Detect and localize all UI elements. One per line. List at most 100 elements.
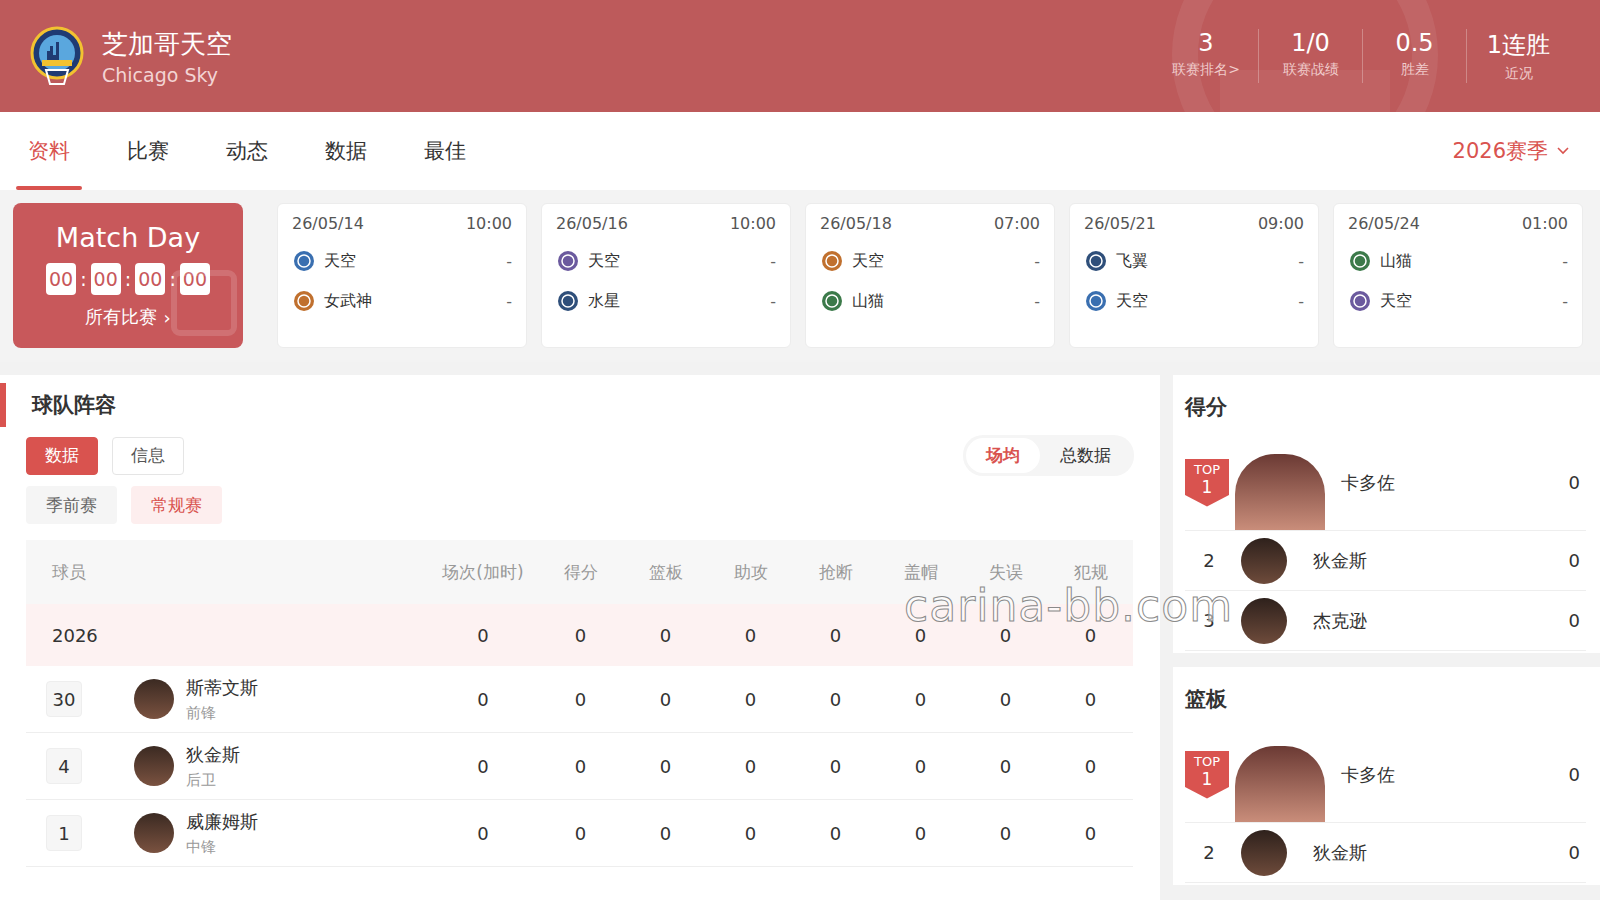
watermark: carina-bb.com <box>904 580 1233 631</box>
leader-value: 0 <box>1569 842 1586 863</box>
stat-cell: 0 <box>428 823 538 844</box>
stat-cell: 0 <box>1048 756 1133 777</box>
season-select[interactable]: 2026赛季 <box>1453 112 1570 190</box>
player-cell: 30 斯蒂文斯前锋 <box>26 676 428 723</box>
stat-cell: 0 <box>708 823 793 844</box>
stat-item[interactable]: 3联赛排名> <box>1154 29 1258 83</box>
stat-cell: 0 <box>963 756 1048 777</box>
top-badge-text: TOP <box>1194 463 1220 477</box>
team-name: 山猫 <box>852 291 884 312</box>
leader-name[interactable]: 狄金斯 <box>1313 549 1367 573</box>
leader-value: 0 <box>1569 550 1586 571</box>
view-tab[interactable]: 信息 <box>112 437 184 475</box>
team-score: - <box>506 292 512 311</box>
stat-value: 0.5 <box>1395 29 1433 57</box>
leader-entry[interactable]: 3杰克逊0 <box>1185 591 1586 651</box>
phase-tab[interactable]: 常规赛 <box>131 486 222 524</box>
column-header: 盖帽 <box>878 561 963 584</box>
view-tab[interactable]: 数据 <box>26 437 98 475</box>
stat-item: 1连胜近况 <box>1466 29 1570 83</box>
match-team: 女武神- <box>292 289 512 313</box>
leader-name[interactable]: 杰克逊 <box>1313 609 1367 633</box>
player-name[interactable]: 狄金斯 <box>186 743 240 767</box>
leader-name[interactable]: 卡多佐 <box>1341 471 1395 495</box>
player-row[interactable]: 1威廉姆斯中锋00000000 <box>26 800 1133 867</box>
player-name[interactable]: 斯蒂文斯 <box>186 676 258 700</box>
season-label[interactable]: 2026赛季 <box>1453 137 1548 165</box>
team-score: - <box>1562 252 1568 271</box>
column-header: 球员 <box>26 561 428 584</box>
match-team: 山猫- <box>1348 249 1568 273</box>
match-team: 天空 - <box>1348 289 1568 313</box>
player-photo <box>1235 454 1325 530</box>
team-score: - <box>770 252 776 271</box>
match-card[interactable]: 26/05/2401:00山猫-天空- <box>1333 203 1583 348</box>
leader-card: 篮板TOP1卡多佐02狄金斯0 <box>1173 667 1600 885</box>
stat-value: 1/0 <box>1291 29 1330 57</box>
team-logo-icon <box>1348 289 1372 313</box>
team-name: 天空 <box>1380 291 1412 312</box>
all-matches-arrow[interactable]: › <box>163 307 170 328</box>
leader-entry[interactable]: TOP1卡多佐0 <box>1185 727 1586 823</box>
match-time: 09:00 <box>1258 214 1304 233</box>
match-day-card[interactable]: Match Day00:00:00:00所有比赛› <box>13 203 243 348</box>
nav-tab[interactable]: 比赛 <box>115 112 181 190</box>
roster-table: 球员场次(加时)得分篮板助攻抢断盖帽失误犯规20260000000030斯蒂文斯… <box>26 540 1133 867</box>
nav-tab[interactable]: 资料 <box>16 112 82 190</box>
match-team: 天空- <box>556 249 776 273</box>
stat-item: 1/0联赛战绩 <box>1258 29 1362 83</box>
match-card[interactable]: 26/05/1410:00天空-女武神- <box>277 203 527 348</box>
nav-tab[interactable]: 数据 <box>313 112 379 190</box>
match-card[interactable]: 26/05/1807:00天空-山猫- <box>805 203 1055 348</box>
stat-cell: 0 <box>538 756 623 777</box>
team-score: - <box>506 252 512 271</box>
leader-entry[interactable]: 2狄金斯0 <box>1185 823 1586 883</box>
mode-option[interactable]: 场均 <box>966 438 1040 473</box>
jersey-number: 30 <box>46 681 82 717</box>
phase-tab[interactable]: 季前赛 <box>26 486 117 524</box>
nav-tabs: 资料比赛动态数据最佳 2026赛季 <box>0 112 1600 190</box>
nav-tab[interactable]: 最佳 <box>412 112 478 190</box>
match-card[interactable]: 26/05/2109:00飞翼-天空- <box>1069 203 1319 348</box>
all-matches-label[interactable]: 所有比赛 <box>85 305 157 329</box>
team-score: - <box>1298 252 1304 271</box>
player-row[interactable]: 4狄金斯后卫00000000 <box>26 733 1133 800</box>
content: 球队阵容数据信息场均总数据季前赛常规赛球员场次(加时)得分篮板助攻抢断盖帽失误犯… <box>0 375 1600 900</box>
match-card[interactable]: 26/05/1610:00天空-水星- <box>541 203 791 348</box>
team-name-cn: 芝加哥天空 <box>102 27 232 62</box>
player-photo <box>1235 746 1325 822</box>
player-avatar <box>1241 598 1287 644</box>
title-accent-bar <box>0 383 6 427</box>
leader-name[interactable]: 狄金斯 <box>1313 841 1367 865</box>
mode-option[interactable]: 总数据 <box>1040 438 1131 473</box>
player-name[interactable]: 威廉姆斯 <box>186 810 258 834</box>
column-header: 篮板 <box>623 561 708 584</box>
top-badge: TOP1 <box>1185 751 1229 799</box>
stat-label: 近况 <box>1505 65 1533 83</box>
player-info: 斯蒂文斯前锋 <box>186 676 258 723</box>
leader-entry[interactable]: 2狄金斯0 <box>1185 531 1586 591</box>
total-cell: 0 <box>1048 625 1133 646</box>
countdown-box: 00 <box>91 263 121 295</box>
player-row[interactable]: 30斯蒂文斯前锋00000000 <box>26 666 1133 733</box>
match-time-row: 26/05/1807:00 <box>820 214 1040 233</box>
player-position: 后卫 <box>186 771 240 790</box>
column-header: 失误 <box>963 561 1048 584</box>
player-avatar <box>1241 538 1287 584</box>
match-team: 飞翼- <box>1084 249 1304 273</box>
leader-entry[interactable]: TOP1卡多佐0 <box>1185 435 1586 531</box>
total-cell: 0 <box>878 625 963 646</box>
team-score: - <box>1562 292 1568 311</box>
leader-name[interactable]: 卡多佐 <box>1341 763 1395 787</box>
team-logo-icon <box>1348 249 1372 273</box>
stat-cell: 0 <box>708 756 793 777</box>
all-matches-link[interactable]: 所有比赛 › <box>85 305 170 329</box>
nav-tab[interactable]: 动态 <box>214 112 280 190</box>
total-label: 2026 <box>26 625 428 646</box>
team-stats: 3联赛排名>1/0联赛战绩0.5胜差1连胜近况 <box>1154 29 1570 83</box>
stat-label[interactable]: 联赛排名> <box>1172 61 1240 79</box>
phase-tabs: 季前赛常规赛 <box>26 486 1134 524</box>
team-header: 芝加哥天空Chicago Sky3联赛排名>1/0联赛战绩0.5胜差1连胜近况 <box>0 0 1600 112</box>
match-day-watermark-icon <box>169 268 239 338</box>
team-name: 天空 <box>1116 291 1148 312</box>
